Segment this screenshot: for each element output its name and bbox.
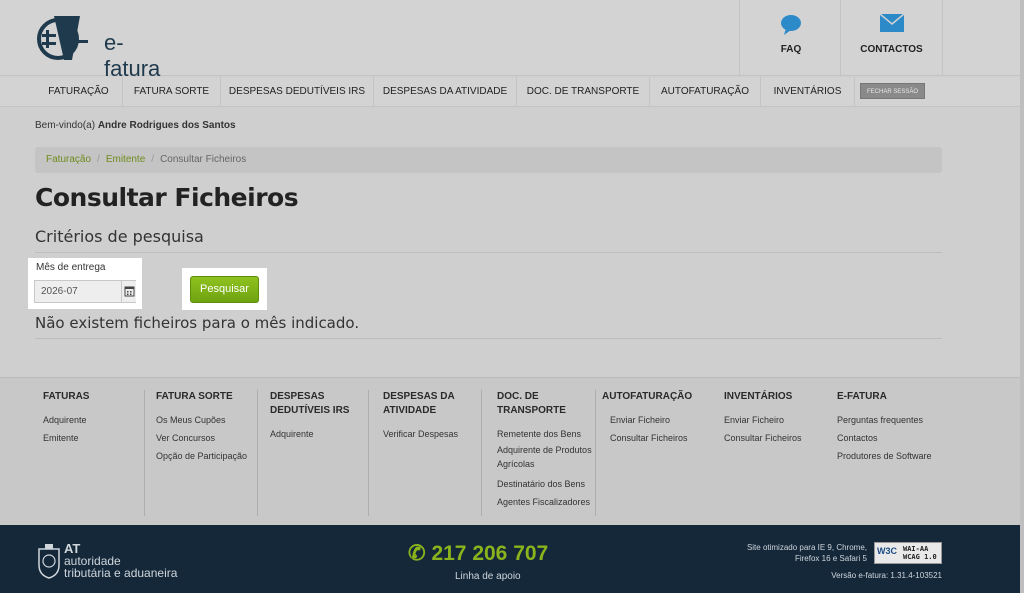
nav-item-despesas-atividade[interactable]: DESPESAS DA ATIVIDADE [374,77,517,107]
footer-link[interactable]: Perguntas frequentes [837,411,947,429]
delivery-month-field: Mês de entrega 2026-07 [28,258,142,309]
nav-item-despesas-irs[interactable]: DESPESAS DEDUTÍVEIS IRS [221,77,374,107]
envelope-icon [879,13,904,37]
breadcrumb-faturacao[interactable]: Faturação [46,154,91,165]
w3c-logo: W3C [877,546,897,556]
footer-link[interactable]: Emitente [43,429,144,447]
calendar-icon[interactable] [121,281,136,302]
footer-link[interactable]: Verificar Despesas [383,425,481,443]
welcome-prefix: Bem-vindo(a) [35,120,96,131]
footer-column-title: FATURA SORTE [156,391,233,402]
footer-link[interactable]: Opção de Participação [156,447,257,465]
footer-link[interactable]: Destinatário dos Bens [497,475,595,493]
nav-item-inventarios[interactable]: INVENTÁRIOS [761,77,855,107]
header: e-fatura FAQ CONTACTOS [0,0,1024,81]
footer-column-inventarios: INVENTÁRIOS Enviar Ficheiro Consultar Fi… [724,390,824,516]
breadcrumb-current: Consultar Ficheiros [160,154,247,165]
page-title: Consultar Ficheiros [35,183,299,212]
footer-link[interactable]: Contactos [837,429,947,447]
footer-column-faturas: FATURAS Adquirente Emitente [43,390,145,516]
support-phone: ✆ 217 206 707 [408,541,548,566]
efatura-logo[interactable]: e-fatura [34,12,164,81]
footer-column-efatura: E-FATURA Perguntas frequentes Contactos … [837,390,947,516]
no-results-message: Não existem ficheiros para o mês indicad… [35,314,360,332]
welcome-message: Bem-vindo(a) Andre Rodrigues dos Santos [35,120,236,131]
delivery-month-input[interactable]: 2026-07 [34,280,136,303]
footer-link[interactable]: Agentes Fiscalizadores [497,493,595,511]
faq-button[interactable]: FAQ [739,0,842,76]
version-info: Versão e-fatura: 1.31.4-103521 [831,571,942,580]
footer-link[interactable]: Enviar Ficheiro [724,411,824,429]
support-line-label: Linha de apoio [455,571,521,582]
footer-links: FATURAS Adquirente Emitente FATURA SORTE… [0,377,1024,525]
contacts-label: CONTACTOS [860,44,923,55]
footer-link[interactable]: Remetente dos Bens [497,425,595,443]
delivery-month-value: 2026-07 [41,286,78,297]
nav-item-autofaturacao[interactable]: AUTOFATURAÇÃO [650,77,761,107]
footer-link[interactable]: Enviar Ficheiro [602,411,712,429]
search-button[interactable]: Pesquisar [190,276,259,303]
logout-button[interactable]: FECHAR SESSÃO [860,83,925,99]
at-line2: tributária e aduaneira [64,566,178,580]
footer-link[interactable]: Produtores de Software [837,447,947,465]
footer-column-title: DESPESAS DA ATIVIDADE [383,391,455,416]
footer-link[interactable]: Consultar Ficheiros [602,429,712,447]
footer-column-doc-transporte: DOC. DE TRANSPORTE Remetente dos Bens Ad… [497,390,596,516]
breadcrumb: Faturação / Emitente / Consultar Ficheiros [35,147,942,173]
efatura-logo-icon [37,16,88,60]
breadcrumb-separator: / [97,154,100,165]
nav-item-fatura-sorte[interactable]: FATURA SORTE [123,77,221,107]
footer-link[interactable]: Adquirente [43,411,144,429]
footer-column-despesas-irs: DESPESAS DEDUTÍVEIS IRS Adquirente [270,390,369,516]
divider [35,252,942,253]
footer-link[interactable]: Ver Concursos [156,429,257,447]
footer-link[interactable]: Adquirente de Produtos Agrícolas [497,443,593,471]
scrollbar[interactable] [1020,0,1024,593]
wcag-text: WAI-AA WCAG 1.0 [903,545,937,561]
at-logo-text: AT autoridade tributária e aduaneira [64,542,178,580]
search-criteria-heading: Critérios de pesquisa [35,227,204,246]
main-nav: FATURAÇÃO FATURA SORTE DESPESAS DEDUTÍVE… [0,77,1024,107]
wcag-line1: WAI-AA [903,545,929,553]
speech-bubble-icon [780,14,802,41]
delivery-month-label: Mês de entrega [36,262,106,273]
footer-column-title: DOC. DE TRANSPORTE [497,391,566,416]
footer-link[interactable]: Adquirente [270,425,368,443]
faq-label: FAQ [780,44,802,55]
search-button-wrapper: Pesquisar [182,268,267,310]
footer-column-title: AUTOFATURAÇÃO [602,391,693,402]
footer-column-autofaturacao: AUTOFATURAÇÃO Enviar Ficheiro Consultar … [602,390,712,516]
logo-text: e-fatura [104,30,161,81]
footer-column-title: INVENTÁRIOS [724,391,793,402]
divider [35,338,942,339]
nav-item-faturacao[interactable]: FATURAÇÃO [35,77,123,107]
wcag-line2: WCAG 1.0 [903,553,937,561]
contacts-button[interactable]: CONTACTOS [840,0,943,76]
at-crest-icon [36,543,62,579]
breadcrumb-emitente[interactable]: Emitente [106,154,145,165]
footer-column-despesas-atividade: DESPESAS DA ATIVIDADE Verificar Despesas [383,390,482,516]
footer-bottom-bar: AT autoridade tributária e aduaneira ✆ 2… [0,525,1024,593]
browser-support-info: Site otimizado para IE 9, Chrome, Firefo… [746,543,867,563]
footer-link[interactable]: Os Meus Cupões [156,411,257,429]
footer-link[interactable]: Consultar Ficheiros [724,429,824,447]
breadcrumb-separator: / [151,154,155,165]
phone-icon: ✆ [408,542,426,565]
phone-number: 217 206 707 [431,542,549,565]
footer-column-fatura-sorte: FATURA SORTE Os Meus Cupões Ver Concurso… [156,390,258,516]
footer-column-title: DESPESAS DEDUTÍVEIS IRS [270,391,350,416]
footer-column-title: FATURAS [43,391,90,402]
footer-column-title: E-FATURA [837,391,887,402]
welcome-user: Andre Rodrigues dos Santos [97,120,236,131]
wcag-badge[interactable]: W3C WAI-AA WCAG 1.0 [874,542,942,564]
nav-item-doc-transporte[interactable]: DOC. DE TRANSPORTE [517,77,650,107]
